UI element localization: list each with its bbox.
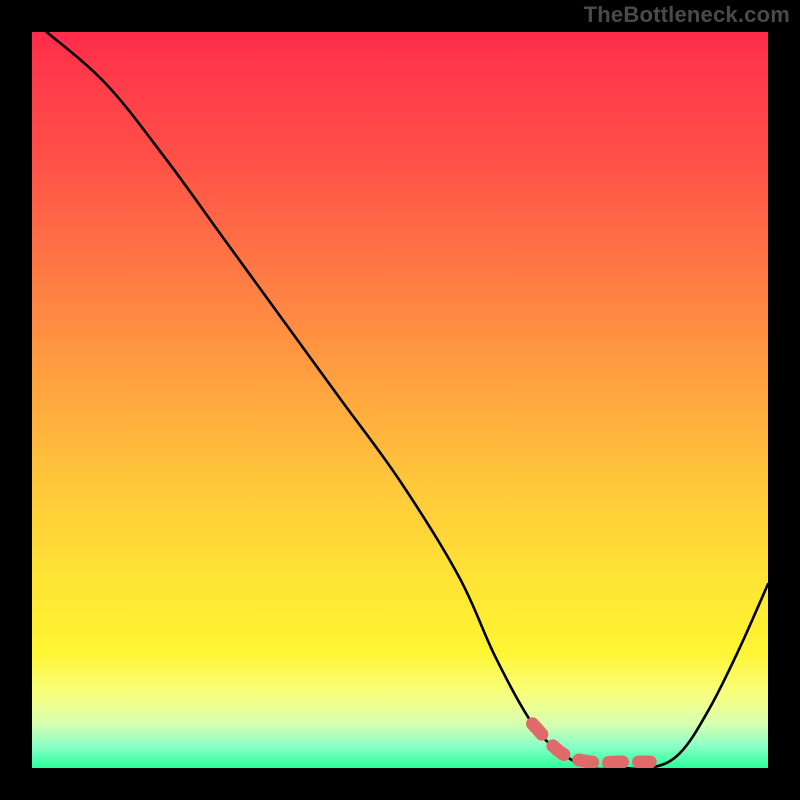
bottleneck-curve-svg: [32, 32, 768, 768]
watermark-text: TheBottleneck.com: [584, 2, 790, 28]
curve-group: [47, 32, 768, 768]
optimal-range-highlight: [533, 724, 651, 763]
chart-frame: TheBottleneck.com: [0, 0, 800, 800]
bottleneck-curve-line: [47, 32, 768, 768]
plot-area: [32, 32, 768, 768]
